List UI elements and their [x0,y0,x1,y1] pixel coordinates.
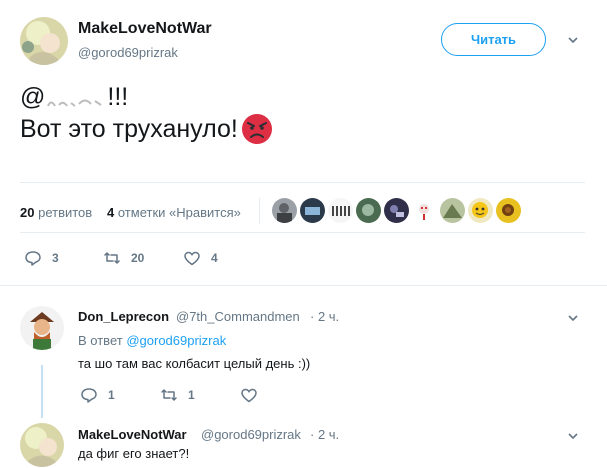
reply-count: 1 [108,388,115,402]
liker-avatar[interactable] [356,198,381,223]
angry-face-icon [240,112,274,146]
reply-count: 3 [52,251,59,265]
retweet-count: 1 [188,388,195,402]
retweets-count: 20 [20,205,35,220]
divider-bottom [0,285,607,286]
liker-avatar[interactable] [300,198,325,223]
retweet-action[interactable]: 20 [103,249,144,267]
divider-top [20,182,585,183]
thread-line [41,365,43,418]
liker-avatar[interactable] [468,198,493,223]
tweet-text-exclaim: !!! [107,83,129,111]
reply-avatar[interactable] [20,306,64,350]
retweet-action[interactable]: 1 [160,386,195,404]
retweet-count: 20 [131,251,145,265]
like-count: 4 [211,251,218,265]
likes-stat[interactable]: 4 отметки «Нравится» [107,205,241,220]
like-action[interactable]: 4 [183,249,218,267]
reply-icon [25,251,41,266]
tweet-text-main: Вот это трухануло! [20,115,238,143]
author-avatar[interactable] [20,17,68,65]
likes-count: 4 [107,205,115,220]
reply-avatar[interactable] [20,423,64,467]
retweet-icon [104,252,120,264]
tweet-mention-prefix: @ [20,83,46,111]
chevron-down-icon[interactable] [566,311,580,325]
in-reply-mention-link[interactable]: @gorod69prizrak [126,333,226,348]
liker-avatar[interactable] [384,198,409,223]
liker-avatar[interactable] [440,198,465,223]
liker-avatar[interactable] [412,198,437,223]
author-name[interactable]: MakeLoveNotWar [78,20,212,38]
tweet-text-line1: @ !!! [20,82,128,112]
reply-timestamp[interactable]: · 2 ч. [310,309,339,324]
in-reply-prefix: В ответ [78,333,123,348]
reply-text: та шо там вас колбасит целый день :)) [78,356,311,371]
reply-action[interactable]: 1 [80,386,115,404]
reply-timestamp[interactable]: · 2 ч. [310,427,339,442]
author-handle[interactable]: @gorod69prizrak [78,45,178,60]
likes-label: отметки «Нравится» [117,205,241,220]
tweet-text-line2: Вот это трухануло! [20,112,274,146]
divider-mid [20,232,585,233]
reply-text: да фиг его знает?! [78,446,190,461]
reply-author-handle[interactable]: @7th_Commandmen [176,309,300,324]
reply-author-name[interactable]: MakeLoveNotWar [78,427,187,442]
retweets-label: ретвитов [38,205,93,220]
liker-avatar[interactable] [496,198,521,223]
heart-icon [241,388,257,403]
reply-action[interactable]: 3 [24,249,59,267]
follow-button[interactable]: Читать [441,23,546,56]
chevron-down-icon[interactable] [566,33,580,47]
liker-avatar[interactable] [328,198,353,223]
stats-separator [259,198,260,224]
like-action[interactable] [240,386,268,404]
redacted-mention [45,88,107,108]
reply-author-handle[interactable]: @gorod69prizrak [201,427,301,442]
retweets-stat[interactable]: 20 ретвитов [20,205,92,220]
reply-icon [81,388,97,403]
liker-avatar[interactable] [272,198,297,223]
in-reply-to: В ответ @gorod69prizrak [78,333,226,348]
liker-avatars [272,198,521,223]
chevron-down-icon[interactable] [566,429,580,443]
retweet-icon [161,389,177,401]
reply-author-name[interactable]: Don_Leprecon [78,309,169,324]
heart-icon [184,251,200,266]
